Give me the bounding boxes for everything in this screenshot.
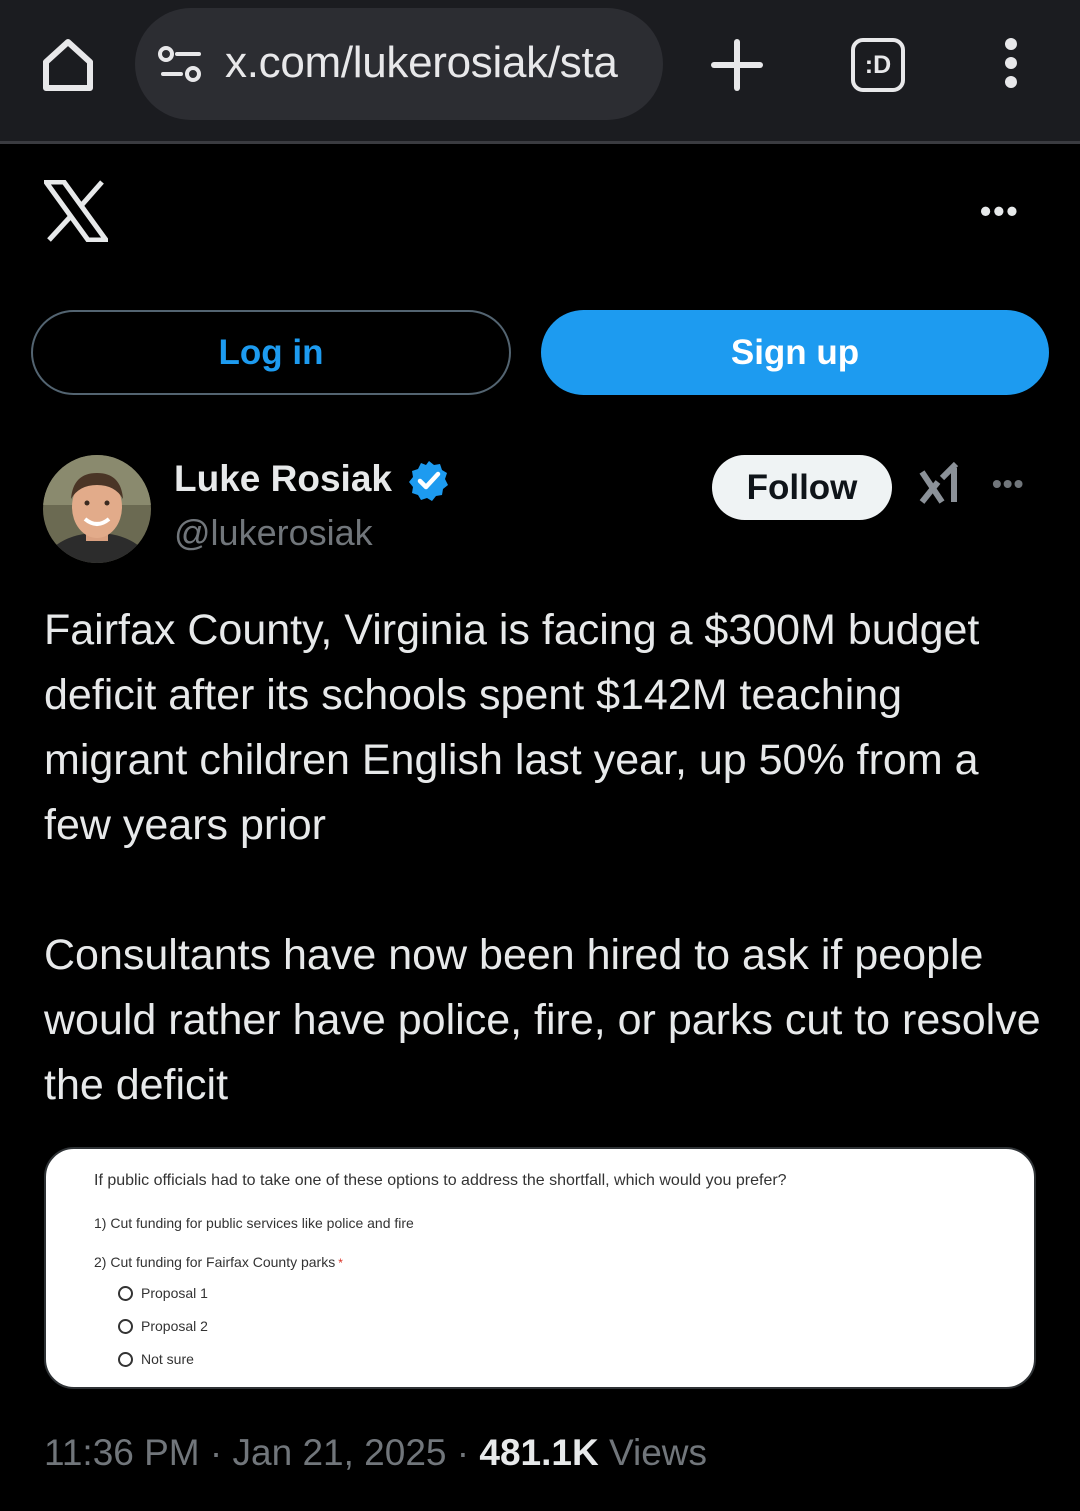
new-tab-icon[interactable] — [708, 36, 766, 94]
radio-label: Not sure — [141, 1351, 194, 1367]
survey-option-1: 1) Cut funding for public services like … — [94, 1215, 414, 1231]
tweet-more-button[interactable]: ••• — [992, 470, 1034, 498]
tweet-text: Fairfax County, Virginia is facing a $30… — [44, 598, 1044, 1183]
views-label: Views — [608, 1432, 707, 1473]
signup-button[interactable]: Sign up — [541, 310, 1049, 395]
radio-label: Proposal 2 — [141, 1318, 208, 1334]
header-more-button[interactable]: ••• — [980, 195, 1028, 227]
author-handle[interactable]: @lukerosiak — [174, 512, 373, 554]
follow-button[interactable]: Follow — [712, 455, 892, 520]
radio-circle-icon — [118, 1351, 133, 1367]
site-settings-icon[interactable] — [157, 44, 205, 84]
browser-menu-icon[interactable] — [996, 38, 1026, 92]
survey-option-2-text: 2) Cut funding for Fairfax County parks — [94, 1254, 336, 1270]
browser-toolbar: x.com/lukerosiak/sta :D — [0, 0, 1080, 144]
radio-proposal-1: Proposal 1 — [118, 1284, 208, 1302]
grok-icon[interactable] — [918, 461, 962, 506]
address-bar[interactable]: x.com/lukerosiak/sta — [135, 8, 663, 120]
tweet-paragraph-1: Fairfax County, Virginia is facing a $30… — [44, 606, 980, 849]
meta-separator: · — [209, 1432, 223, 1473]
radio-not-sure: Not sure — [118, 1350, 194, 1368]
radio-circle-icon — [118, 1285, 133, 1301]
survey-question: If public officials had to take one of t… — [94, 1172, 787, 1189]
avatar[interactable] — [43, 455, 151, 563]
x-logo-icon[interactable] — [41, 179, 111, 243]
home-icon[interactable] — [38, 34, 98, 94]
tweet-media-image[interactable]: If public officials had to take one of t… — [44, 1147, 1036, 1389]
radio-circle-icon — [118, 1318, 133, 1334]
required-marker: * — [338, 1256, 343, 1270]
tweet-time[interactable]: 11:36 PM — [44, 1432, 200, 1473]
login-button[interactable]: Log in — [31, 310, 511, 395]
radio-label: Proposal 1 — [141, 1285, 208, 1301]
views-count: 481.1K — [479, 1432, 599, 1473]
tab-switcher-icon[interactable]: :D — [851, 38, 905, 92]
verified-badge-icon — [407, 459, 451, 503]
tweet-metadata: 11:36 PM · Jan 21, 2025 · 481.1K Views — [44, 1432, 707, 1474]
tweet-date[interactable]: Jan 21, 2025 — [233, 1432, 447, 1473]
url-text[interactable]: x.com/lukerosiak/sta — [225, 38, 645, 88]
author-name[interactable]: Luke Rosiak — [174, 458, 392, 500]
tweet-paragraph-2: Consultants have now been hired to ask i… — [44, 931, 1041, 1109]
survey-option-2: 2) Cut funding for Fairfax County parks * — [94, 1254, 343, 1270]
radio-proposal-2: Proposal 2 — [118, 1317, 208, 1335]
meta-separator: · — [456, 1432, 470, 1473]
